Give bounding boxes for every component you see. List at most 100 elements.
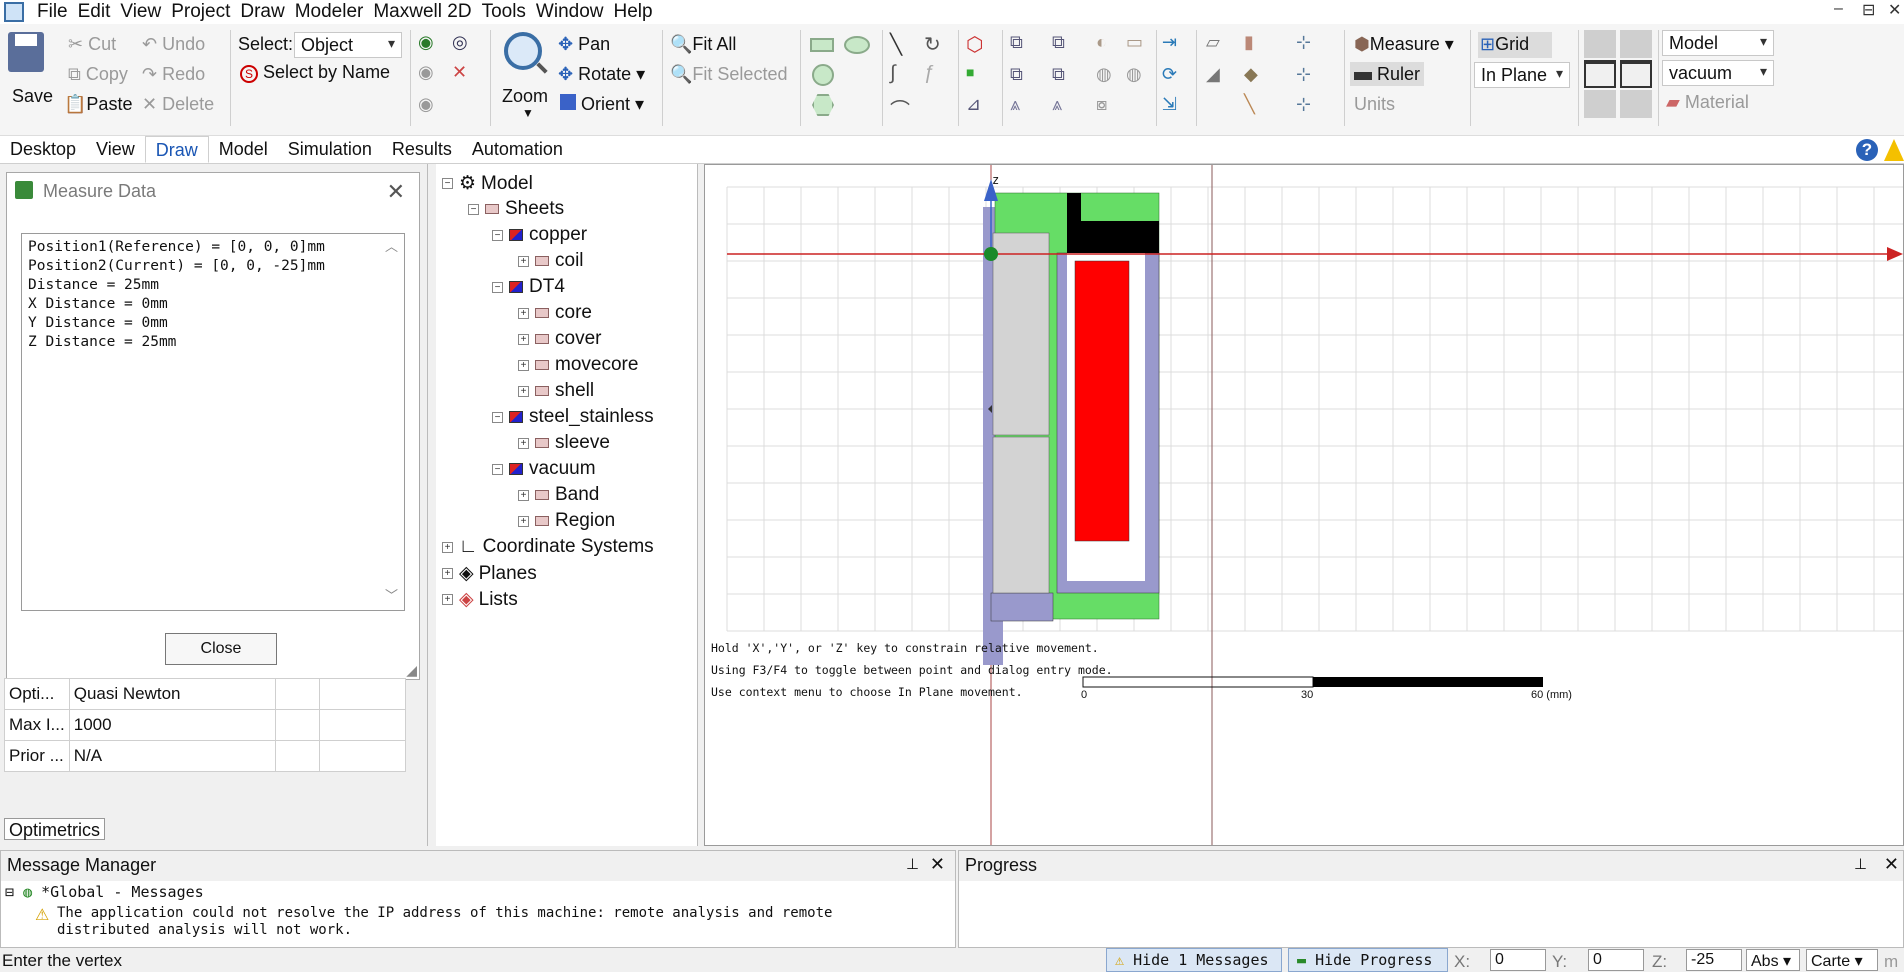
tree-node-band[interactable]: + Band	[518, 484, 599, 506]
circle-icon[interactable]	[812, 64, 834, 86]
collapse-icon[interactable]: −	[468, 203, 479, 215]
snap-vertex-icon[interactable]	[1620, 30, 1652, 58]
intersect-icon[interactable]: ◐	[1096, 32, 1118, 54]
restore-button[interactable]: ⊟	[1862, 0, 1875, 20]
resize-grip-icon[interactable]: ◢	[406, 662, 417, 679]
property-value[interactable]: N/A	[68, 740, 276, 772]
tree-node-vacuum[interactable]: − vacuum	[492, 458, 596, 480]
tab-simulation[interactable]: Simulation	[278, 136, 382, 163]
hide-icon[interactable]: ◉	[418, 62, 440, 84]
pin-icon[interactable]: ⊥	[906, 855, 919, 873]
menu-edit[interactable]: Edit	[73, 1, 116, 23]
equation-curve-icon[interactable]: ƒ	[924, 62, 946, 84]
rectangle-icon[interactable]	[810, 38, 834, 52]
tab-desktop[interactable]: Desktop	[0, 136, 86, 163]
mirror-icon[interactable]: ⩓	[1010, 94, 1032, 116]
point-icon[interactable]: ■	[966, 64, 988, 86]
save-icon[interactable]	[8, 32, 44, 72]
zoom-button[interactable]: Zoom	[502, 86, 548, 107]
snap-edge-icon[interactable]	[1584, 60, 1616, 88]
tree-node-cover[interactable]: + cover	[518, 328, 601, 350]
show-icon[interactable]: ◉	[418, 32, 440, 54]
expand-icon[interactable]: +	[518, 255, 529, 267]
grid-plane-dropdown[interactable]: In Plane	[1474, 62, 1570, 88]
close-panel-icon[interactable]: ✕	[1884, 854, 1899, 875]
zoom-dropdown-icon[interactable]: ▼	[522, 106, 534, 120]
hide-progress-button[interactable]: ▬ Hide Progress	[1288, 948, 1448, 972]
tab-model[interactable]: Model	[209, 136, 278, 163]
z-coordinate-input[interactable]: -25	[1686, 949, 1742, 971]
separate-icon[interactable]: ⧉	[1052, 64, 1074, 86]
abs-rel-dropdown[interactable]: Abs ▾	[1746, 949, 1800, 971]
menu-maxwell2d[interactable]: Maxwell 2D	[368, 1, 476, 23]
redo-button[interactable]: ↷ Redo	[142, 64, 205, 85]
thicken-icon[interactable]: ◍	[1126, 64, 1148, 86]
expand-icon[interactable]: +	[518, 437, 529, 449]
sheet-icon[interactable]: ▱	[1206, 32, 1228, 54]
property-value[interactable]: 1000	[68, 709, 276, 741]
undo-button[interactable]: ↶ Undo	[142, 34, 205, 55]
coordinate-system-icon[interactable]: ⊹	[1296, 32, 1318, 54]
hide-all-icon[interactable]: ✕	[452, 62, 474, 84]
pan-button[interactable]: ✥ Pan	[558, 34, 610, 55]
material-dropdown[interactable]: vacuum	[1662, 60, 1774, 86]
imprint-icon[interactable]: ⧉	[1010, 64, 1032, 86]
coordinate-type-dropdown[interactable]: Carte ▾	[1806, 949, 1878, 971]
menu-tools[interactable]: Tools	[477, 1, 531, 23]
spline-icon[interactable]: ∫	[890, 62, 912, 84]
expand-icon[interactable]: +	[442, 541, 453, 553]
cover-icon[interactable]: ⧇	[1096, 94, 1118, 116]
polygon-icon[interactable]	[812, 94, 834, 116]
property-value[interactable]: Quasi Newton	[68, 678, 276, 710]
orient-button[interactable]: Orient ▾	[560, 94, 644, 115]
tree-node-dt4[interactable]: − DT4	[492, 276, 565, 298]
ruler-button[interactable]: Ruler	[1354, 64, 1420, 85]
line-icon[interactable]: ╲	[890, 32, 912, 56]
move-icon[interactable]: ⇥	[1162, 32, 1184, 54]
help-icon[interactable]: ?	[1856, 139, 1878, 161]
plane-icon[interactable]: ⊿	[966, 94, 988, 116]
tree-node-model[interactable]: − ⚙ Model	[442, 172, 533, 195]
unite-icon[interactable]: ⧉	[1010, 32, 1032, 54]
snap-quadrant-icon[interactable]	[1620, 90, 1652, 118]
object-cs-icon[interactable]: ⊹	[1296, 94, 1318, 116]
menu-project[interactable]: Project	[166, 1, 235, 23]
y-coordinate-input[interactable]: 0	[1588, 949, 1644, 971]
scroll-up-icon[interactable]: ︿	[385, 238, 398, 257]
tab-draw[interactable]: Draw	[144, 136, 209, 163]
face-cs-icon[interactable]: ⊹	[1296, 64, 1318, 86]
tree-node-coil[interactable]: + coil	[518, 250, 584, 272]
tree-node-coordinate-systems[interactable]: + ∟ Coordinate Systems	[442, 536, 654, 558]
fit-all-button[interactable]: 🔍Fit All	[670, 34, 736, 55]
polyline-icon[interactable]: ⌒	[890, 94, 912, 122]
measure-button[interactable]: ⬢Measure ▾	[1354, 34, 1454, 55]
menu-window[interactable]: Window	[531, 1, 609, 23]
show-all-icon[interactable]: ◎	[452, 32, 474, 54]
close-dialog-icon[interactable]: ✕	[387, 179, 405, 205]
save-button[interactable]: Save	[12, 86, 53, 107]
hide-messages-button[interactable]: ⚠ Hide 1 Messages	[1106, 948, 1282, 972]
expand-icon[interactable]: +	[518, 385, 529, 397]
expand-icon[interactable]: +	[442, 568, 453, 579]
tree-node-sheets[interactable]: − Sheets	[468, 198, 564, 220]
x-coordinate-input[interactable]: 0	[1490, 949, 1546, 971]
collapse-icon[interactable]: −	[492, 463, 503, 475]
scroll-down-icon[interactable]: ﹀	[385, 587, 398, 606]
model-drawing[interactable]	[705, 165, 1903, 845]
tree-node-core[interactable]: + core	[518, 302, 592, 324]
show-selected-icon[interactable]: ◉	[418, 94, 440, 116]
subtract-icon[interactable]: ⧉	[1052, 32, 1074, 54]
material-button[interactable]: ▰ Material	[1666, 92, 1749, 113]
select-mode-dropdown[interactable]: Object	[294, 32, 402, 58]
menu-help[interactable]: Help	[609, 1, 658, 23]
tab-automation[interactable]: Automation	[462, 136, 573, 163]
menu-view[interactable]: View	[115, 1, 166, 23]
pin-icon[interactable]: ⊥	[1854, 855, 1867, 873]
global-messages-node[interactable]: ⊟ ◍ *Global - Messages	[5, 883, 204, 901]
expand-icon[interactable]: +	[518, 359, 529, 371]
collapse-icon[interactable]: −	[442, 178, 453, 189]
sweep-icon[interactable]: ◍	[1096, 64, 1118, 86]
expand-icon[interactable]: +	[518, 307, 529, 319]
units-button[interactable]: Units	[1354, 94, 1395, 115]
tab-optimetrics[interactable]: Optimetrics	[4, 818, 106, 840]
